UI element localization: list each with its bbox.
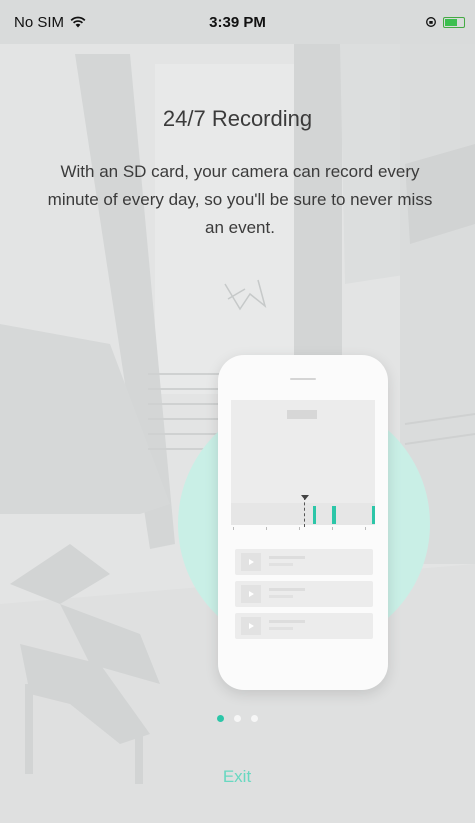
rotation-lock-icon <box>426 17 436 27</box>
status-right <box>425 16 465 28</box>
event-text-line <box>269 620 305 623</box>
timeline-tick <box>233 527 234 530</box>
phone-illustration <box>218 355 388 690</box>
timeline-ticks <box>231 527 375 539</box>
timeline-cursor-head <box>301 495 309 500</box>
timeline-tick <box>332 527 333 530</box>
event-text-line <box>269 563 293 566</box>
page-dot-active[interactable] <box>217 715 224 722</box>
event-text-line <box>269 556 305 559</box>
event-thumbnail <box>241 585 261 603</box>
phone-preview-placeholder <box>287 410 317 419</box>
phone-recording-timeline <box>231 495 375 527</box>
timeline-tick <box>299 527 300 530</box>
status-bar: No SIM 3:39 PM <box>0 0 475 44</box>
page-dot[interactable] <box>251 715 258 722</box>
timeline-segment <box>372 506 375 524</box>
event-text-line <box>269 595 293 598</box>
wifi-icon <box>70 16 86 28</box>
timeline-tick <box>365 527 366 530</box>
phone-event-row <box>235 613 373 639</box>
page-indicator <box>0 715 475 722</box>
timeline-cursor <box>304 497 305 527</box>
timeline-tick <box>266 527 267 530</box>
event-thumbnail <box>241 617 261 635</box>
event-text-line <box>269 627 293 630</box>
carrier-label: No SIM <box>14 13 65 31</box>
timeline-segment <box>332 506 336 524</box>
exit-button[interactable]: Exit <box>187 762 287 792</box>
phone-event-row <box>235 581 373 607</box>
onboarding-screen: No SIM 3:39 PM 24/7 Recording With an SD… <box>0 0 475 823</box>
page-title: 24/7 Recording <box>162 106 313 131</box>
battery-icon <box>443 16 465 28</box>
page-dot[interactable] <box>234 715 241 722</box>
event-text-line <box>269 588 305 591</box>
page-description: With an SD card, your camera can record … <box>47 162 433 237</box>
phone-video-preview <box>231 400 375 503</box>
status-left: No SIM <box>14 14 86 31</box>
phone-event-row <box>235 549 373 575</box>
event-thumbnail <box>241 553 261 571</box>
onboarding-content: 24/7 Recording With an SD card, your cam… <box>0 0 475 823</box>
phone-speaker <box>290 378 316 380</box>
timeline-segment <box>313 506 316 524</box>
